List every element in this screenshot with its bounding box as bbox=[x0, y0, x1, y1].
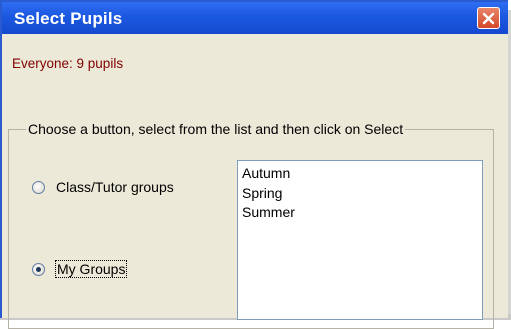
radio-my-groups[interactable]: My Groups bbox=[32, 260, 128, 278]
close-icon bbox=[482, 12, 495, 24]
radio-button-checked[interactable] bbox=[32, 262, 45, 276]
close-button[interactable] bbox=[477, 7, 500, 29]
list-item[interactable]: Spring bbox=[242, 184, 478, 204]
title-bar[interactable]: Select Pupils bbox=[2, 2, 508, 34]
pupil-count-status: Everyone: 9 pupils bbox=[12, 56, 124, 71]
radio-label-my-groups: My Groups bbox=[54, 260, 128, 278]
group-box-legend: Choose a button, select from the list an… bbox=[26, 121, 406, 137]
radio-label-class-tutor-groups: Class/Tutor groups bbox=[56, 179, 174, 195]
list-item[interactable]: Autumn bbox=[242, 164, 478, 184]
groups-listbox[interactable]: Autumn Spring Summer bbox=[237, 160, 483, 320]
radio-button-unchecked[interactable] bbox=[32, 180, 45, 194]
list-item[interactable]: Summer bbox=[242, 203, 478, 223]
window-title: Select Pupils bbox=[14, 9, 123, 28]
radio-class-tutor-groups[interactable]: Class/Tutor groups bbox=[32, 179, 174, 195]
